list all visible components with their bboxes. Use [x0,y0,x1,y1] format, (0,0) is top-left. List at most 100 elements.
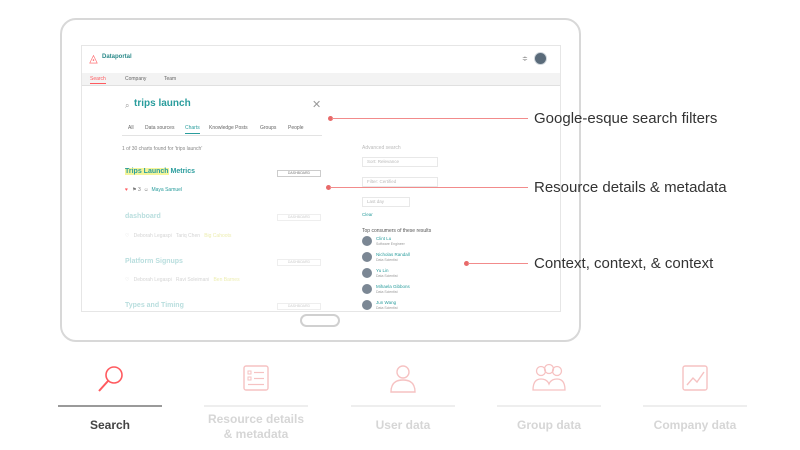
consumer-role: Data Scientist [376,290,398,294]
avatar [362,236,372,246]
tab-charts[interactable]: Charts [185,125,200,134]
feature-rule [58,405,162,407]
search-input[interactable]: trips launch [134,98,191,109]
result-type-tag: DASHBOARD [277,303,321,310]
callout-resource-details: Resource details & metadata [534,179,727,196]
consumer-item[interactable]: Mihaela Gibbons Data Scientist [362,284,462,296]
clear-link[interactable]: Clear [362,212,373,217]
tab-groups[interactable]: Groups [260,125,276,131]
avatar[interactable] [534,52,547,65]
chart-icon [682,365,708,391]
consumer-role: Software Engineer [376,242,405,246]
consumer-role: Data Scientist [376,274,398,278]
avatar [362,300,372,310]
result-title[interactable]: dashboard [125,213,161,220]
nav-search[interactable]: Search [90,76,106,84]
advanced-search-label: Advanced search [362,145,401,151]
consumers-label: Top consumers of these results [362,228,432,234]
close-icon[interactable]: ✕ [312,98,321,111]
callout-search-filters: Google-esque search filters [534,110,718,127]
callout-context: Context, context, & context [534,255,714,272]
result-meta-item: Big Cahoots [204,233,232,239]
callout-line [468,263,528,264]
feature-label: Company data [653,418,737,432]
sort-select[interactable]: Sort: Relevance [362,157,438,167]
result-meta-item: Ben Barnes [213,277,240,283]
consumer-name: Jun Wang [376,300,397,305]
heart-icon[interactable]: ♡ [125,277,129,283]
feature-search[interactable]: Search [58,360,162,450]
result-owner[interactable]: Maya Samuel [151,187,182,193]
feature-group-data[interactable]: Group data [497,360,601,450]
result-title-highlight: Trips Launch [125,168,169,175]
menu-icon[interactable]: ≑ [522,55,528,63]
result-meta: ♡ Deborah Legaspi Ravi Soleimani Ben Bar… [125,277,240,283]
favorite-count: 3 [138,187,141,193]
app-screen: ◬ Dataportal ≑ Search Company Team ⌕ tri… [81,45,561,312]
nav-company[interactable]: Company [125,76,146,82]
feature-resource-details[interactable]: Resource details & metadata [204,360,308,450]
feature-rule [351,405,455,407]
nav-bar: Search Company Team [82,73,560,86]
feature-label: User data [375,418,431,432]
feature-label: Group data [516,418,581,432]
consumer-item[interactable]: Clint Lu Software Engineer [362,236,462,248]
feature-rule [497,405,601,407]
result-title[interactable]: Types and Timing [125,302,184,309]
avatar [362,268,372,278]
feature-rule [643,405,747,407]
flag-icon: ⚑ [132,187,137,193]
result-type-tag: DASHBOARD [277,170,321,177]
consumer-name: Clint Lu [376,236,392,241]
document-list-icon [243,365,269,391]
tab-all[interactable]: All [128,125,134,131]
user-icon [390,365,416,393]
brand-name: Dataportal [102,54,132,60]
consumer-name: Nicholas Randall [376,252,410,257]
feature-user-data[interactable]: User data [351,360,455,450]
tab-knowledge-posts[interactable]: Knowledge Posts [209,125,248,131]
result-title[interactable]: Platform Signups [125,258,183,265]
result-meta-item: Tariq Chen [175,233,201,239]
result-meta: ♥ ⚑ 3 ☺ Maya Samuel [125,187,182,193]
result-type-tag: DASHBOARD [277,214,321,221]
result-count: 1 of 30 charts found for 'trips launch' [122,146,203,152]
result-title[interactable]: Trips Launch Metrics [125,168,195,175]
feature-rule [204,405,308,407]
magnifier-icon [98,366,123,392]
feature-company-data[interactable]: Company data [643,360,747,450]
avatar [362,284,372,294]
filter-select[interactable]: Filter: Certified [362,177,438,187]
result-meta-item: Ravi Soleimani [175,277,210,283]
result-meta-item: Deborah Legaspi [133,233,172,239]
avatar [362,252,372,262]
consumer-item[interactable]: Nicholas Randall Data Scientist [362,252,462,264]
user-icon: ☺ [143,187,149,193]
heart-icon[interactable]: ♥ [125,187,128,193]
callout-line [332,118,528,119]
consumer-item[interactable]: Yu Lin Data Scientist [362,268,462,280]
callout-line [330,187,528,188]
date-select[interactable]: Last day [362,197,410,207]
result-meta: ♡ Deborah Legaspi Tariq Chen Big Cahoots [125,233,231,239]
heart-icon[interactable]: ♡ [125,233,129,239]
result-type-tag: DASHBOARD [277,259,321,266]
tab-people[interactable]: People [288,125,304,131]
airbnb-logo-icon[interactable]: ◬ [88,53,99,65]
consumer-name: Yu Lin [376,268,389,273]
feature-label: Resource details & metadata [207,412,305,441]
feature-label: Search [89,418,131,432]
result-meta-item: Deborah Legaspi [133,277,172,283]
nav-team[interactable]: Team [164,76,176,82]
group-icon [532,363,566,391]
search-tabs: All Data sources Charts Knowledge Posts … [122,122,322,136]
home-button[interactable] [300,314,340,327]
tab-data-sources[interactable]: Data sources [145,125,174,131]
result-title-rest: Metrics [168,168,196,175]
app-header: ◬ Dataportal ≑ [82,46,560,72]
search-icon: ⌕ [125,101,130,110]
consumer-role: Data Scientist [376,258,398,262]
consumer-role: Data Scientist [376,306,398,310]
consumer-item[interactable]: Jun Wang Data Scientist [362,300,462,311]
consumer-name: Mihaela Gibbons [376,284,410,289]
